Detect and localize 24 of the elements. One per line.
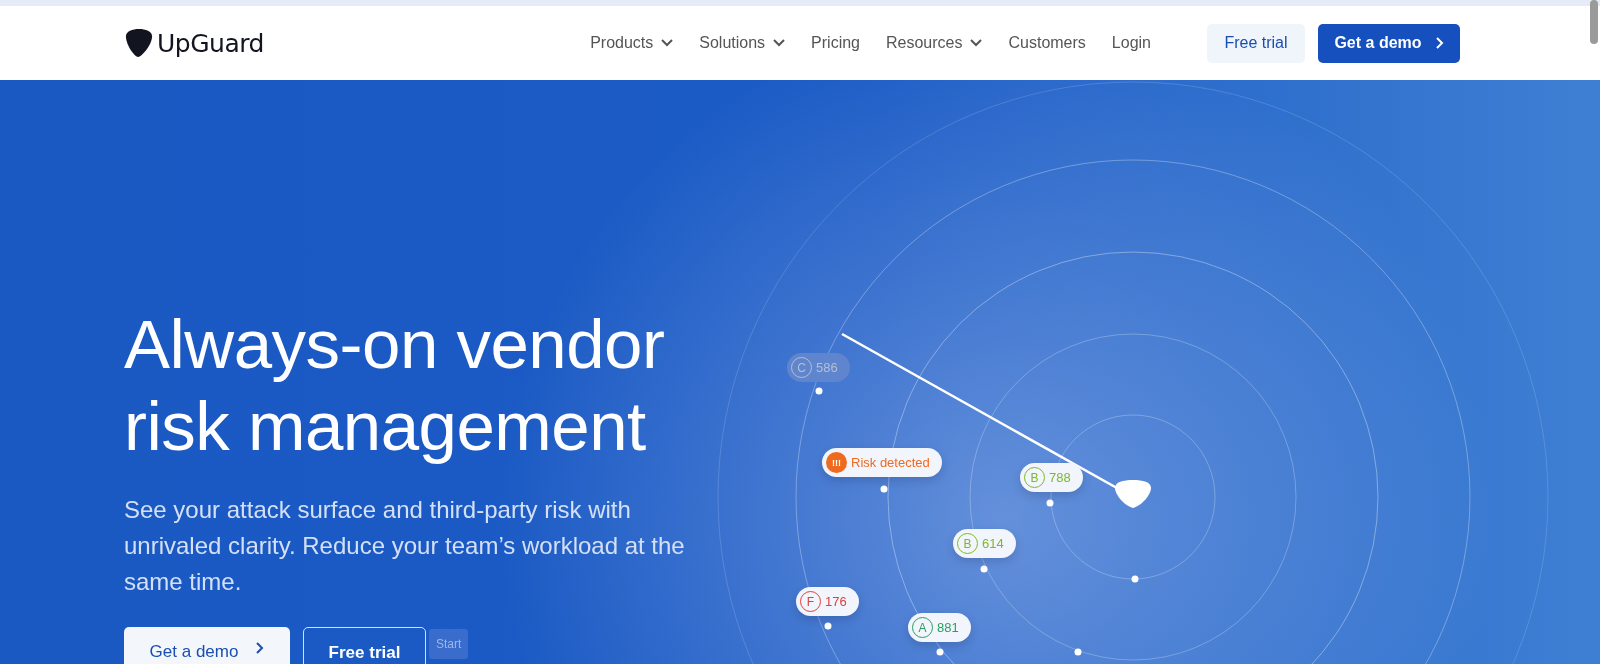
free-trial-button[interactable]: Free trial bbox=[303, 627, 426, 664]
nav-link[interactable]: Customers bbox=[1008, 34, 1086, 52]
get-demo-button[interactable]: Get a demo bbox=[124, 627, 290, 664]
risk-alert-badge: !!! Risk detected bbox=[822, 448, 942, 477]
tooltip: Start bbox=[429, 629, 469, 659]
nav-link[interactable]: Solutions bbox=[699, 34, 786, 52]
nav-link[interactable]: Resources bbox=[886, 34, 983, 52]
hero-subtitle: See your attack surface and third-party risk with unrivaled clarity. Reduce your team’s workload at the same time. bbox=[124, 495, 686, 597]
scrollbar-thumb[interactable] bbox=[1590, 0, 1598, 44]
nav-link[interactable]: Pricing bbox=[811, 34, 860, 52]
grade-score-badge: A 881 bbox=[908, 613, 971, 642]
grade-score-badge: F 176 bbox=[796, 587, 859, 616]
free-trial-button[interactable]: Free trial bbox=[1207, 23, 1305, 63]
chevron-right-icon bbox=[256, 642, 265, 654]
logo-text[interactable]: UpGuard bbox=[157, 28, 264, 58]
hero-heading: Always-on vendor risk management bbox=[124, 305, 666, 467]
guitar-pick-icon bbox=[125, 28, 153, 58]
grade-score-badge: B 788 bbox=[1020, 463, 1083, 492]
nav-link[interactable]: Login bbox=[1111, 34, 1151, 52]
chevron-right-icon bbox=[1435, 37, 1444, 49]
grade-score-badge: C 586 bbox=[787, 353, 850, 382]
grade-score-badge: B 614 bbox=[953, 529, 1016, 558]
get-demo-button[interactable]: Get a demo bbox=[1318, 23, 1460, 63]
nav-link[interactable]: Products bbox=[590, 34, 674, 52]
